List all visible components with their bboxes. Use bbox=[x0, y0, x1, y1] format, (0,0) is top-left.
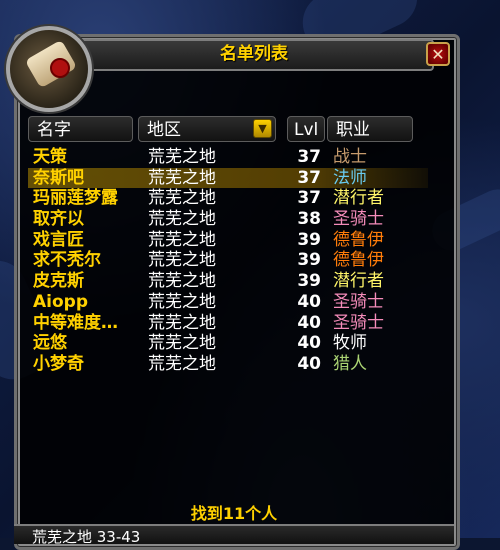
player-zone: 荒芜之地 bbox=[148, 312, 216, 333]
player-class: 圣骑士 bbox=[333, 312, 384, 333]
player-zone: 荒芜之地 bbox=[148, 333, 216, 354]
player-level: 37 bbox=[297, 167, 321, 188]
column-header-class-label: 职业 bbox=[336, 120, 370, 140]
player-row[interactable]: Aiopp 荒芜之地 40 圣骑士 bbox=[28, 292, 428, 313]
player-level: 38 bbox=[297, 209, 321, 230]
player-row[interactable]: 玛丽莲梦露 荒芜之地 37 潜行者 bbox=[28, 188, 428, 209]
player-level: 39 bbox=[297, 271, 321, 292]
player-level: 39 bbox=[297, 229, 321, 250]
player-row[interactable]: 取齐以 荒芜之地 38 圣骑士 bbox=[28, 209, 428, 230]
player-row[interactable]: 天策 荒芜之地 37 战士 bbox=[28, 147, 428, 168]
player-zone: 荒芜之地 bbox=[148, 250, 216, 271]
player-zone: 荒芜之地 bbox=[148, 291, 216, 312]
player-list: 天策 荒芜之地 37 战士 奈斯吧 荒芜之地 37 法师 玛丽莲梦露 荒芜之地 37 潜行者 取齐以 荒芜… bbox=[28, 147, 428, 375]
player-zone: 荒芜之地 bbox=[148, 167, 216, 188]
player-row[interactable]: 求不秃尔 荒芜之地 39 德鲁伊 bbox=[28, 250, 428, 271]
player-name: 取齐以 bbox=[33, 209, 84, 230]
scroll-icon bbox=[6, 26, 92, 112]
player-row[interactable]: 远悠 荒芜之地 40 牧师 bbox=[28, 333, 428, 354]
player-level: 40 bbox=[297, 333, 321, 354]
player-row[interactable]: 中等难度… 荒芜之地 40 圣骑士 bbox=[28, 313, 428, 334]
player-level: 39 bbox=[297, 250, 321, 271]
player-class: 牧师 bbox=[333, 333, 367, 354]
player-class: 圣骑士 bbox=[333, 209, 384, 230]
player-level: 37 bbox=[297, 147, 321, 167]
player-name: 玛丽莲梦露 bbox=[33, 188, 118, 209]
player-class: 圣骑士 bbox=[333, 291, 384, 312]
results-count: 找到11个人 bbox=[190, 504, 278, 523]
player-name: 奈斯吧 bbox=[33, 167, 84, 188]
player-zone: 荒芜之地 bbox=[148, 271, 216, 292]
player-row[interactable]: 小梦奇 荒芜之地 40 猎人 bbox=[28, 354, 428, 375]
player-level: 37 bbox=[297, 188, 321, 209]
window-title: 名单列表 bbox=[220, 44, 288, 64]
player-class: 潜行者 bbox=[333, 271, 384, 292]
player-name: 小梦奇 bbox=[33, 353, 84, 374]
player-name: 皮克斯 bbox=[33, 271, 84, 292]
player-row[interactable]: 戏言匠 荒芜之地 39 德鲁伊 bbox=[28, 230, 428, 251]
column-header-name-label: 名字 bbox=[37, 120, 71, 140]
player-zone: 荒芜之地 bbox=[148, 147, 216, 167]
dropdown-arrow-icon[interactable]: ▼ bbox=[253, 119, 272, 138]
player-class: 德鲁伊 bbox=[333, 250, 384, 271]
player-name: 天策 bbox=[33, 147, 67, 167]
column-header-level[interactable]: Lvl bbox=[287, 116, 325, 142]
player-level: 40 bbox=[297, 291, 321, 312]
player-class: 潜行者 bbox=[333, 188, 384, 209]
column-header-class[interactable]: 职业 bbox=[327, 116, 413, 142]
player-level: 40 bbox=[297, 353, 321, 374]
player-class: 猎人 bbox=[333, 353, 367, 374]
player-row[interactable]: 皮克斯 荒芜之地 39 潜行者 bbox=[28, 271, 428, 292]
player-zone: 荒芜之地 bbox=[148, 353, 216, 374]
close-icon[interactable]: ✕ bbox=[426, 42, 450, 66]
column-header-name[interactable]: 名字 bbox=[28, 116, 133, 142]
bottom-status-bar: 荒芜之地 33-43 bbox=[14, 524, 454, 544]
player-class: 法师 bbox=[333, 167, 367, 188]
player-level: 40 bbox=[297, 312, 321, 333]
player-name: 求不秃尔 bbox=[33, 250, 101, 271]
zone-dropdown-label: 地区 bbox=[147, 120, 181, 140]
player-name: 戏言匠 bbox=[33, 229, 84, 250]
player-zone: 荒芜之地 bbox=[148, 188, 216, 209]
player-class: 德鲁伊 bbox=[333, 229, 384, 250]
player-name: Aiopp bbox=[33, 291, 89, 312]
player-zone: 荒芜之地 bbox=[148, 229, 216, 250]
player-name: 远悠 bbox=[33, 333, 67, 354]
player-name: 中等难度… bbox=[33, 312, 118, 333]
player-class: 战士 bbox=[333, 147, 367, 167]
player-zone: 荒芜之地 bbox=[148, 209, 216, 230]
column-header-level-label: Lvl bbox=[294, 120, 319, 140]
player-row[interactable]: 奈斯吧 荒芜之地 37 法师 bbox=[28, 167, 428, 189]
